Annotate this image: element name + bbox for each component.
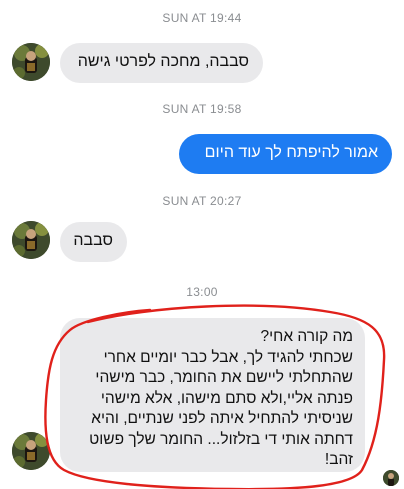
message-text: אמור להיפתח לך עוד היום	[204, 144, 378, 161]
message-text: סבבה	[73, 232, 113, 249]
message-bubble-incoming-long[interactable]: מה קורה אחי? שכחתי להגיד לך, אבל כבר יומ…	[60, 318, 365, 472]
timestamp-4: 13:00	[186, 285, 218, 299]
message-text: מה קורה אחי? שכחתי להגיד לך, אבל כבר יומ…	[89, 328, 353, 468]
contact-avatar-icon[interactable]	[12, 221, 50, 259]
message-bubble-outgoing[interactable]: אמור להיפתח לך עוד היום	[179, 134, 392, 174]
timestamp-3: SUN AT 20:27	[162, 194, 242, 208]
contact-avatar-icon[interactable]	[12, 43, 50, 81]
message-bubble-incoming[interactable]: סבבה	[60, 222, 127, 262]
message-text: סבבה, מחכה לפרטי גישה	[77, 53, 249, 70]
read-receipt-avatar-icon	[383, 470, 399, 486]
contact-avatar-icon[interactable]	[12, 432, 50, 470]
timestamp-2: SUN AT 19:58	[162, 102, 242, 116]
timestamp-1: SUN AT 19:44	[162, 11, 242, 25]
message-bubble-incoming[interactable]: סבבה, מחכה לפרטי גישה	[60, 43, 263, 83]
